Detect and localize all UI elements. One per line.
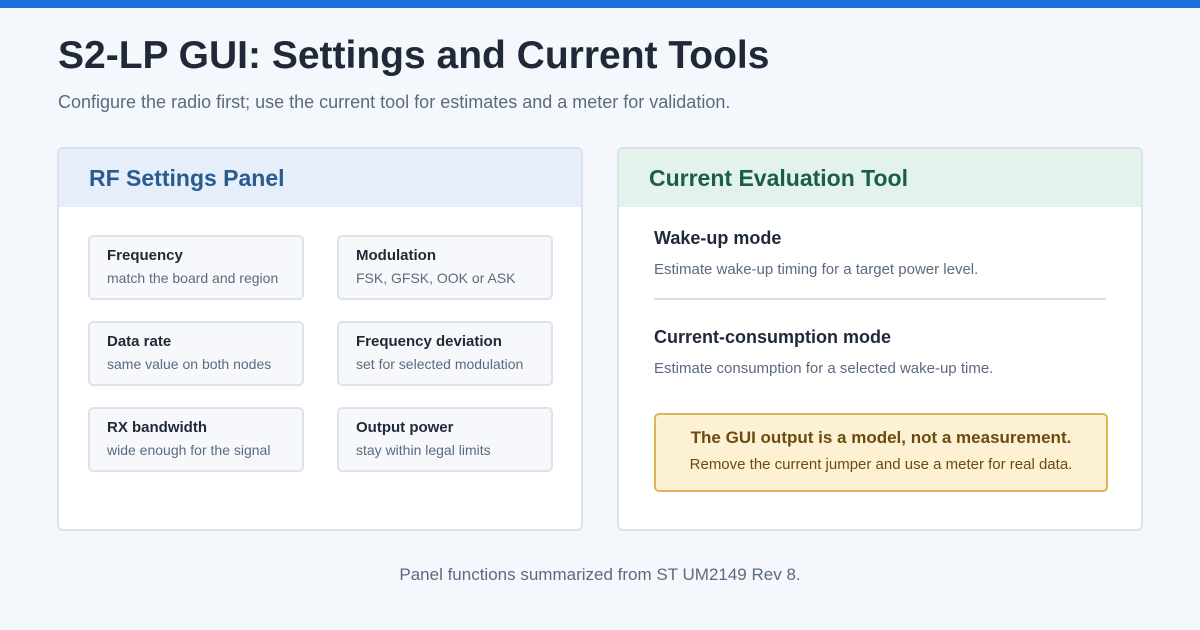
setting-card-frequency[interactable]: Frequency match the board and region: [88, 235, 304, 300]
setting-description: wide enough for the signal: [107, 442, 271, 458]
mode-title: Wake-up mode: [654, 228, 782, 248]
current-evaluation-panel: Current Evaluation Tool Wake-up mode Est…: [617, 147, 1143, 531]
setting-description: same value on both nodes: [107, 356, 272, 372]
accent-bar: [0, 0, 1200, 8]
setting-card-frequency-deviation[interactable]: Frequency deviation set for selected mod…: [337, 321, 553, 386]
setting-title: Frequency: [107, 247, 183, 264]
setting-card-data-rate[interactable]: Data rate same value on both nodes: [88, 321, 304, 386]
setting-title: Output power: [356, 419, 454, 436]
setting-title: RX bandwidth: [107, 419, 207, 436]
rf-settings-panel: RF Settings Panel Frequency match the bo…: [57, 147, 583, 531]
mode-description: Estimate wake-up timing for a target pow…: [654, 261, 979, 278]
setting-description: set for selected modulation: [356, 356, 524, 372]
setting-description: FSK, GFSK, OOK or ASK: [356, 270, 516, 286]
rf-settings-panel-title: RF Settings Panel: [59, 149, 581, 207]
page: S2-LP GUI: Settings and Current Tools Co…: [0, 0, 1200, 630]
setting-title: Modulation: [356, 247, 436, 264]
setting-card-output-power[interactable]: Output power stay within legal limits: [337, 407, 553, 472]
setting-title: Data rate: [107, 333, 172, 350]
mode-title: Current-consumption mode: [654, 327, 891, 347]
notice-title: The GUI output is a model, not a measure…: [690, 428, 1072, 447]
current-evaluation-panel-title: Current Evaluation Tool: [619, 149, 1141, 207]
setting-card-rx-bandwidth[interactable]: RX bandwidth wide enough for the signal: [88, 407, 304, 472]
setting-title: Frequency deviation: [356, 333, 502, 350]
setting-description: match the board and region: [107, 270, 279, 286]
page-subtitle: Configure the radio first; use the curre…: [58, 92, 731, 112]
mode-current-consumption[interactable]: Current-consumption mode Estimate consum…: [654, 327, 1106, 377]
divider: [654, 298, 1106, 300]
model-warning-notice: The GUI output is a model, not a measure…: [654, 413, 1108, 492]
setting-description: stay within legal limits: [356, 442, 491, 458]
mode-wake-up[interactable]: Wake-up mode Estimate wake-up timing for…: [654, 228, 1106, 278]
page-title: S2-LP GUI: Settings and Current Tools: [58, 34, 770, 77]
setting-card-modulation[interactable]: Modulation FSK, GFSK, OOK or ASK: [337, 235, 553, 300]
mode-description: Estimate consumption for a selected wake…: [654, 360, 994, 377]
notice-body: Remove the current jumper and use a mete…: [689, 456, 1073, 473]
source-footnote: Panel functions summarized from ST UM214…: [399, 565, 801, 584]
